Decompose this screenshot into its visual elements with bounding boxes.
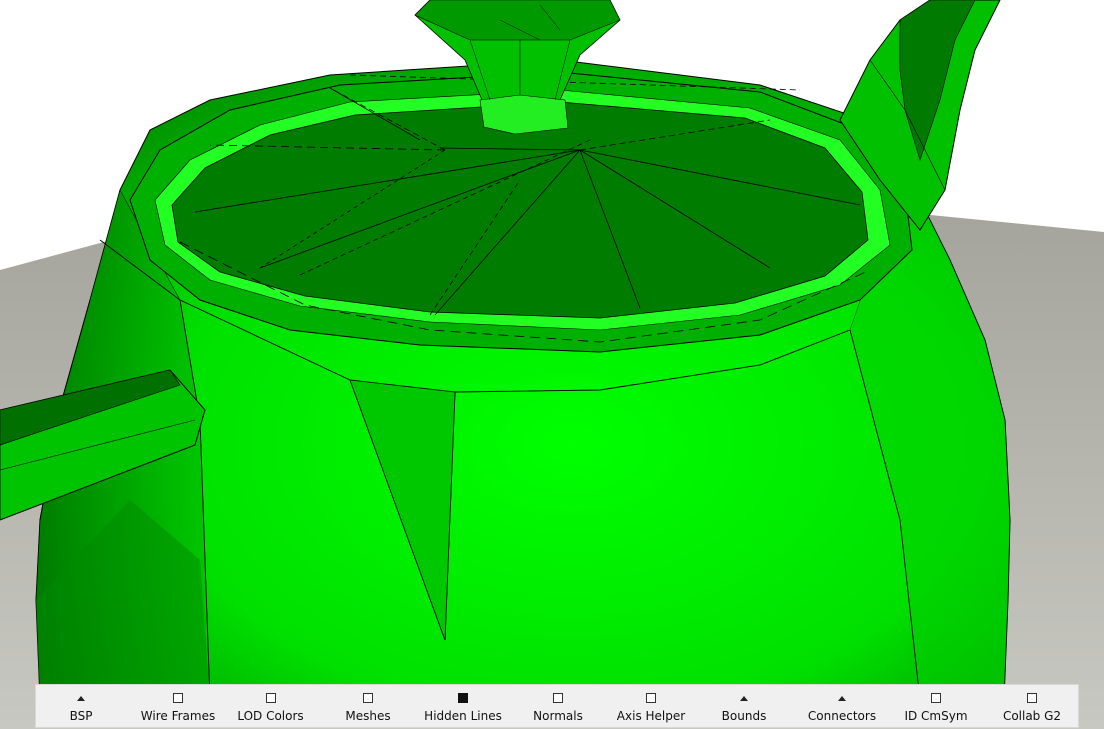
- toggle-label: Wire Frames: [140, 709, 216, 723]
- toggle-id-cmsym[interactable]: ID CmSym: [894, 685, 978, 727]
- toggle-collab-g2[interactable]: Collab G2: [992, 685, 1072, 727]
- toggle-label: Meshes: [345, 709, 391, 723]
- toggle-label: Connectors: [807, 709, 877, 723]
- toggle-connectors[interactable]: Connectors: [798, 685, 886, 727]
- checkbox-icon[interactable]: [265, 693, 276, 703]
- teapot-scene[interactable]: [0, 0, 1104, 729]
- toggle-label: LOD Colors: [237, 709, 304, 723]
- toggle-axis-helper[interactable]: Axis Helper: [607, 685, 695, 727]
- toggle-label: Bounds: [721, 709, 767, 723]
- toggle-bsp[interactable]: BSP: [56, 685, 106, 727]
- toggle-bounds[interactable]: Bounds: [714, 685, 774, 727]
- bsp-arrow-icon: [77, 696, 85, 701]
- toggle-normals[interactable]: Normals: [523, 685, 593, 727]
- toggle-wire-frames[interactable]: Wire Frames: [128, 685, 228, 727]
- checkbox-icon[interactable]: [458, 693, 468, 703]
- checkbox-icon[interactable]: [363, 693, 373, 703]
- checkbox-icon[interactable]: [646, 693, 656, 703]
- toggle-label: Normals: [533, 709, 583, 723]
- connectors-arrow-icon: [838, 696, 846, 701]
- checkbox-icon[interactable]: [173, 693, 183, 703]
- toggle-lod-colors[interactable]: LOD Colors: [228, 685, 313, 727]
- teapot-lid: [171, 101, 869, 319]
- 3d-viewport[interactable]: [0, 0, 1104, 729]
- toggle-label: Axis Helper: [616, 709, 686, 723]
- toggle-label: Collab G2: [1002, 709, 1062, 723]
- toggle-label: ID CmSym: [904, 709, 968, 723]
- knob-base: [479, 94, 569, 135]
- checkbox-icon[interactable]: [931, 693, 941, 703]
- checkbox-icon[interactable]: [1027, 693, 1037, 703]
- toggle-label: BSP: [69, 709, 93, 723]
- viewer-toolbar: BSP Wire Frames LOD Colors Meshes Hidden…: [35, 684, 1079, 728]
- checkbox-icon[interactable]: [553, 693, 563, 703]
- toggle-label: Hidden Lines: [424, 709, 502, 723]
- toggle-hidden-lines[interactable]: Hidden Lines: [414, 685, 512, 727]
- bounds-arrow-icon: [740, 696, 748, 701]
- toggle-meshes[interactable]: Meshes: [333, 685, 403, 727]
